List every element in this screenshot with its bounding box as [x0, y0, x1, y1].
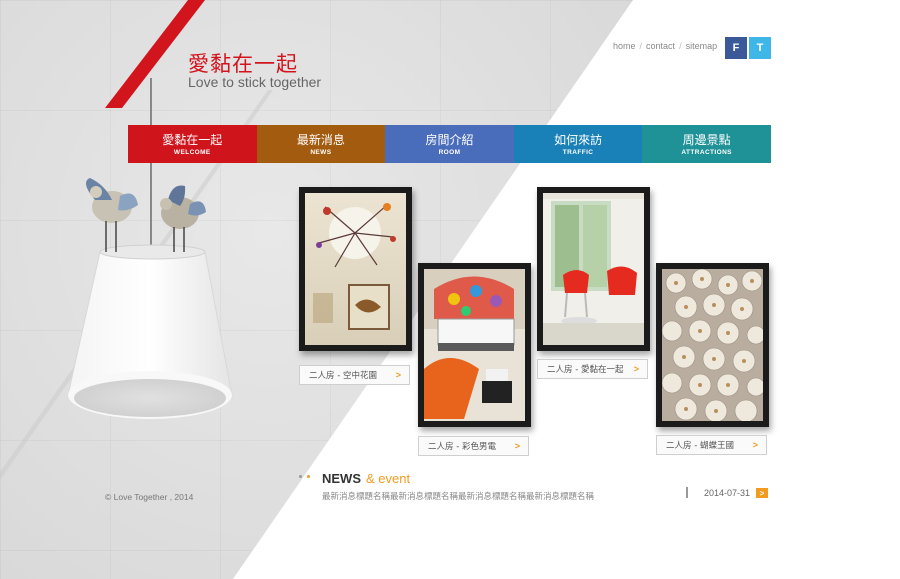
news-bullet-icon	[299, 475, 310, 478]
news-divider	[686, 487, 688, 498]
chevron-right-icon: >	[514, 441, 520, 451]
room-caption-button[interactable]: 二人房 - 愛黏在一起 >	[537, 359, 648, 379]
room-caption-label: 二人房 - 愛黏在一起	[547, 365, 624, 375]
site-logo-subtitle: Love to stick together	[188, 74, 322, 90]
room-photo-frame[interactable]	[299, 187, 412, 351]
nav-item-attractions[interactable]: 周邊景點 ATTRACTIONS	[642, 125, 771, 163]
bird-left	[86, 178, 138, 252]
contact-link[interactable]: contact	[646, 41, 675, 51]
room-photo-sky-garden	[305, 193, 406, 345]
news-subheading: & event	[366, 471, 411, 486]
nav-item-label: 周邊景點	[682, 132, 731, 147]
nav-item-label: 最新消息	[296, 132, 345, 147]
news-more-button[interactable]: >	[756, 488, 768, 498]
home-link[interactable]: home	[613, 41, 636, 51]
room-caption-label: 二人房 - 空中花園	[309, 371, 377, 381]
social-buttons: F T	[725, 37, 771, 59]
nav-item-sublabel: WELCOME	[173, 148, 211, 156]
room-photo-colorful-room	[424, 269, 525, 421]
room-caption-button[interactable]: 二人房 - 空中花園 >	[299, 365, 410, 385]
room-caption-label: 二人房 - 蝴蝶王國	[666, 441, 734, 451]
link-separator: /	[679, 41, 682, 51]
nav-item-sublabel: ATTRACTIONS	[681, 148, 732, 156]
twitter-icon[interactable]: T	[749, 37, 771, 59]
nav-item-label: 房間介紹	[425, 132, 474, 147]
room-caption-label: 二人房 - 彩色男電	[428, 442, 496, 452]
main-nav: 愛黏在一起 WELCOME 最新消息 NEWS 房間介紹 ROOM 如何來訪 T…	[128, 125, 771, 163]
sitemap-link[interactable]: sitemap	[686, 41, 718, 51]
copyright-text: © Love Together , 2014	[105, 492, 194, 502]
room-photo-frame[interactable]	[656, 263, 769, 427]
news-headline-link[interactable]: 最新消息標題名稱最新消息標題名稱最新消息標題名稱最新消息標題名稱	[322, 490, 594, 502]
nav-item-traffic[interactable]: 如何來訪 TRAFFIC	[513, 125, 643, 163]
room-photo-love-together	[543, 193, 644, 345]
nav-item-label: 愛黏在一起	[162, 132, 223, 147]
link-separator: /	[639, 41, 643, 51]
room-photo-butterfly-kingdom	[662, 269, 763, 421]
top-links: home / contact / sitemap	[613, 41, 717, 51]
nav-item-room[interactable]: 房間介紹 ROOM	[385, 125, 514, 163]
facebook-icon[interactable]: F	[725, 37, 747, 59]
news-heading: NEWS	[322, 471, 361, 486]
nav-item-news[interactable]: 最新消息 NEWS	[256, 125, 386, 163]
room-caption-button[interactable]: 二人房 - 蝴蝶王國 >	[656, 435, 767, 455]
room-caption-button[interactable]: 二人房 - 彩色男電 >	[418, 436, 529, 456]
chevron-right-icon: >	[752, 440, 758, 450]
room-photo-frame[interactable]	[537, 187, 650, 351]
bird-right	[160, 185, 206, 252]
chevron-right-icon: >	[395, 370, 401, 380]
nav-item-sublabel: ROOM	[438, 148, 461, 156]
chevron-right-icon: >	[633, 364, 639, 374]
nav-item-label: 如何來訪	[554, 132, 603, 147]
room-photo-frame[interactable]	[418, 263, 531, 427]
nav-item-sublabel: NEWS	[310, 148, 332, 156]
news-date: 2014-07-31	[704, 488, 751, 498]
nav-item-welcome[interactable]: 愛黏在一起 WELCOME	[128, 125, 257, 163]
nav-item-sublabel: TRAFFIC	[562, 148, 594, 156]
